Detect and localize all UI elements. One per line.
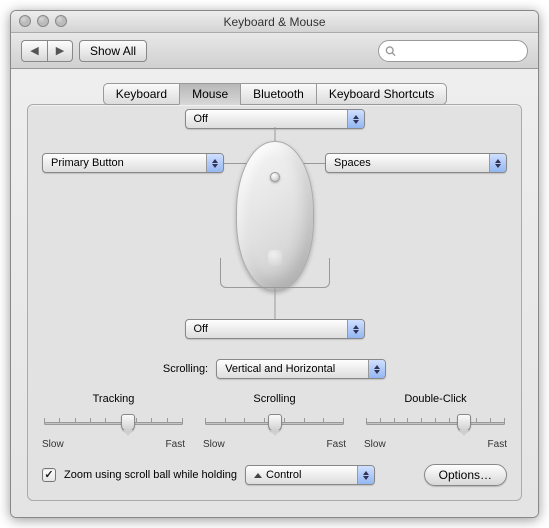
slider-max-label: Fast <box>327 439 346 450</box>
slider-label: Scrolling <box>203 393 346 405</box>
tab-keyboard-shortcuts[interactable]: Keyboard Shortcuts <box>316 83 447 105</box>
zoom-modifier-popup[interactable]: Control <box>245 465 375 485</box>
chevron-updown-icon <box>368 360 385 378</box>
slider-label: Tracking <box>42 393 185 405</box>
tab-bar: Keyboard Mouse Bluetooth Keyboard Shortc… <box>27 83 522 105</box>
window-title: Keyboard & Mouse <box>223 15 325 29</box>
popup-value: Primary Button <box>51 157 124 169</box>
tracking-slider[interactable] <box>42 411 185 435</box>
show-all-button[interactable]: Show All <box>79 40 147 62</box>
slider-min-label: Slow <box>203 439 225 450</box>
doubleclick-slider[interactable] <box>364 411 507 435</box>
popup-value: Vertical and Horizontal <box>225 363 335 375</box>
modifier-name: Control <box>266 469 301 481</box>
slider-thumb[interactable] <box>457 414 471 432</box>
control-key-icon <box>254 473 262 478</box>
chevron-updown-icon <box>206 154 223 172</box>
slider-min-label: Slow <box>42 439 64 450</box>
doubleclick-slider-group: Double-Click Slow Fast <box>364 393 507 450</box>
titlebar: Keyboard & Mouse <box>11 11 538 33</box>
tab-keyboard[interactable]: Keyboard <box>103 83 180 105</box>
search-input[interactable] <box>399 43 521 59</box>
nav-group: ◀ ▶ <box>21 40 73 62</box>
search-field[interactable] <box>378 40 528 62</box>
scrolling-label: Scrolling: <box>163 363 208 375</box>
mouse-panel: Off Primary Button Spaces <box>27 104 522 501</box>
modifier-symbol: Control <box>254 469 301 481</box>
slider-min-label: Slow <box>364 439 386 450</box>
scrolling-mode-popup[interactable]: Vertical and Horizontal <box>216 359 386 379</box>
slider-label: Double-Click <box>364 393 507 405</box>
back-button[interactable]: ◀ <box>21 40 47 62</box>
scrolling-slider-group: Scrolling Slow Fast <box>203 393 346 450</box>
slider-max-label: Fast <box>488 439 507 450</box>
sliders-row: Tracking Slow Fast Scrolling <box>42 393 507 450</box>
options-button[interactable]: Options… <box>424 464 507 486</box>
chevron-updown-icon <box>347 110 364 128</box>
search-icon <box>385 45 396 57</box>
chevron-updown-icon <box>489 154 506 172</box>
window-controls <box>19 15 67 27</box>
left-button-popup[interactable]: Primary Button <box>42 153 224 173</box>
popup-value: Off <box>194 113 208 125</box>
slider-thumb[interactable] <box>121 414 135 432</box>
zoom-icon[interactable] <box>55 15 67 27</box>
zoom-label: Zoom using scroll ball while holding <box>64 469 237 481</box>
chevron-updown-icon <box>357 466 374 484</box>
scrollball-illustration <box>270 172 280 182</box>
slider-track <box>44 422 183 425</box>
content-area: Keyboard Mouse Bluetooth Keyboard Shortc… <box>11 69 538 517</box>
chevron-right-icon: ▶ <box>56 44 64 57</box>
minimize-icon[interactable] <box>37 15 49 27</box>
connector-line <box>274 127 275 141</box>
close-icon[interactable] <box>19 15 31 27</box>
scrolling-row: Scrolling: Vertical and Horizontal <box>42 359 507 379</box>
popup-value: Spaces <box>334 157 371 169</box>
connector-line <box>220 258 330 288</box>
tab-bluetooth[interactable]: Bluetooth <box>240 83 317 105</box>
toolbar: ◀ ▶ Show All <box>11 33 538 69</box>
scrolling-slider[interactable] <box>203 411 346 435</box>
mouse-diagram: Off Primary Button Spaces <box>42 123 507 353</box>
chevron-updown-icon <box>347 320 364 338</box>
right-button-popup[interactable]: Spaces <box>325 153 507 173</box>
scrollball-action-popup[interactable]: Off <box>185 109 365 129</box>
prefs-window: Keyboard & Mouse ◀ ▶ Show All Keyboard M… <box>10 10 539 518</box>
slider-track <box>366 422 505 425</box>
slider-thumb[interactable] <box>268 414 282 432</box>
zoom-checkbox[interactable] <box>42 468 56 482</box>
chevron-left-icon: ◀ <box>30 44 38 57</box>
connector-line <box>274 288 275 319</box>
forward-button[interactable]: ▶ <box>47 40 73 62</box>
tracking-slider-group: Tracking Slow Fast <box>42 393 185 450</box>
slider-max-label: Fast <box>166 439 185 450</box>
tab-mouse[interactable]: Mouse <box>179 83 241 105</box>
zoom-row: Zoom using scroll ball while holding Con… <box>42 464 507 486</box>
popup-value: Off <box>194 323 208 335</box>
side-button-popup[interactable]: Off <box>185 319 365 339</box>
